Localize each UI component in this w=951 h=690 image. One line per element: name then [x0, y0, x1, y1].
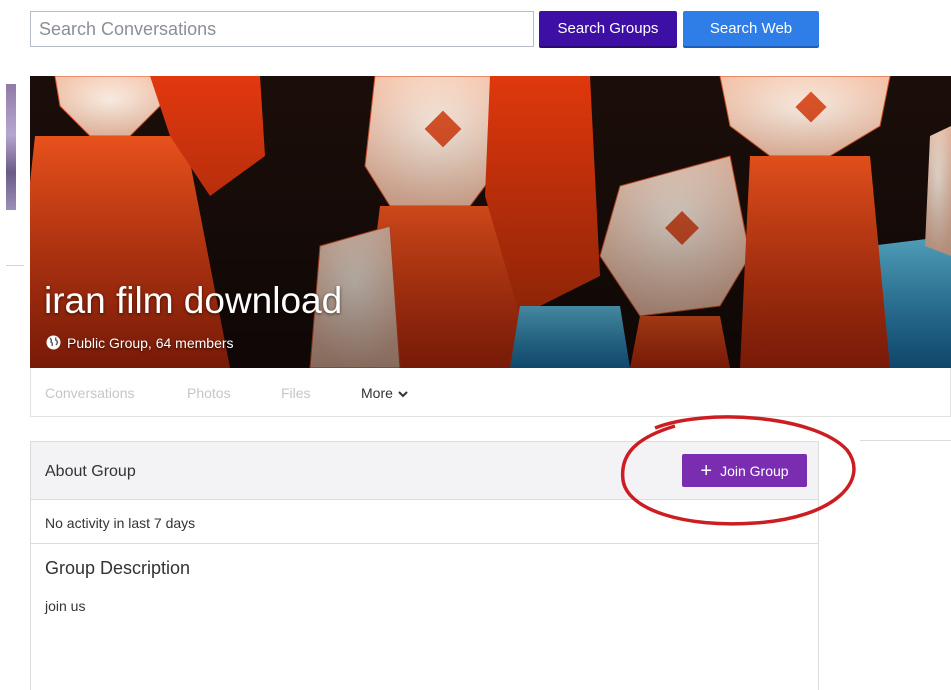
tab-files[interactable]: Files	[281, 385, 311, 401]
about-group-title: About Group	[45, 463, 136, 480]
group-meta-text: Public Group, 64 members	[67, 335, 234, 351]
globe-icon	[46, 335, 61, 351]
divider	[6, 265, 24, 266]
group-description-title: Group Description	[45, 558, 191, 578]
group-description-text: join us	[45, 598, 86, 614]
activity-row: No activity in last 7 days	[31, 500, 818, 544]
about-group-panel: About Group + Join Group No activity in …	[30, 441, 819, 690]
about-group-header: About Group + Join Group	[31, 442, 818, 500]
group-tabs: Conversations Photos Files More	[30, 368, 951, 417]
cover-photo: iran film download Public Group, 64 memb…	[30, 76, 951, 368]
divider	[860, 440, 951, 441]
group-meta: Public Group, 64 members	[46, 335, 234, 351]
plus-icon: +	[700, 459, 713, 482]
side-thumbnail	[6, 84, 16, 210]
search-groups-button[interactable]: Search Groups	[539, 11, 677, 46]
tab-conversations[interactable]: Conversations	[45, 385, 135, 401]
lantern-cover-image	[30, 76, 951, 368]
search-input[interactable]	[30, 11, 534, 47]
chevron-down-icon	[397, 387, 409, 399]
tab-more[interactable]: More	[361, 385, 409, 401]
search-web-button[interactable]: Search Web	[683, 11, 819, 46]
join-group-button[interactable]: + Join Group	[682, 454, 807, 487]
tab-photos[interactable]: Photos	[187, 385, 231, 401]
activity-text: No activity in last 7 days	[45, 515, 196, 531]
tab-more-label: More	[361, 385, 393, 401]
group-name: iran film download	[44, 280, 343, 321]
join-group-label: Join Group	[720, 462, 789, 479]
